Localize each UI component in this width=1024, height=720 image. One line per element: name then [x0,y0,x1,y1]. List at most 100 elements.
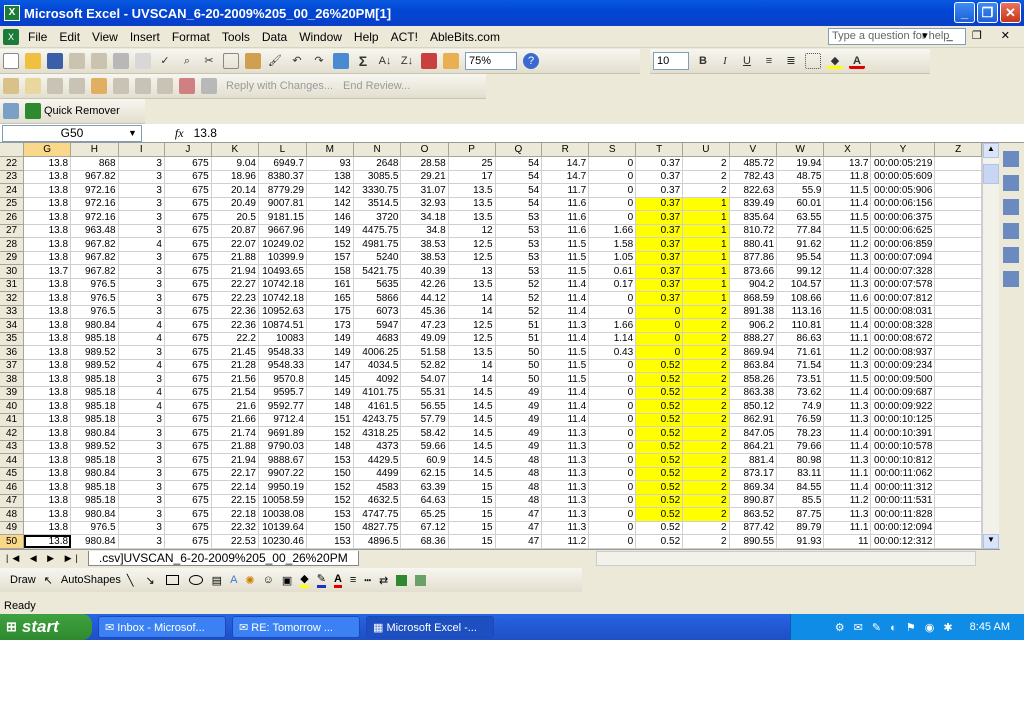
cell[interactable]: 11.4 [541,305,590,319]
cell[interactable]: 34.18 [400,210,449,225]
cell[interactable]: 52 [495,305,543,319]
cell[interactable]: 675 [164,372,212,387]
cell[interactable]: 22.15 [211,494,259,508]
align-right-icon[interactable]: ≣ [783,53,799,69]
cell[interactable]: 13.8 [23,426,72,441]
cell[interactable]: 4632.5 [353,494,402,508]
fill-color-icon[interactable]: ◆ [827,53,843,69]
cell[interactable]: 0.37 [635,183,684,198]
cell[interactable]: 8779.29 [258,183,307,198]
cell[interactable]: 675 [164,183,212,198]
row-header[interactable]: 41 [0,413,25,427]
row-header[interactable]: 35 [0,332,25,346]
next-comment-icon[interactable] [69,78,85,94]
cell[interactable]: 675 [164,305,212,319]
cell[interactable]: 0 [588,494,637,508]
cell[interactable]: 2 [682,534,730,549]
cell[interactable]: 13.8 [23,156,72,171]
cell[interactable]: 906.2 [729,318,778,333]
cell[interactable]: 9950.19 [258,480,307,495]
cell[interactable]: 12.5 [448,237,496,252]
sheet-tab[interactable]: .csv]UVSCAN_6-20-2009%205_00_26%20PM [87,550,359,566]
cell[interactable]: 980.84 [70,318,119,333]
cell[interactable]: 28.58 [400,156,449,171]
cell[interactable]: 147 [306,359,354,373]
cell[interactable]: 13.8 [23,291,72,306]
cell[interactable]: 00:00:08:672 [870,332,936,346]
cell[interactable]: 4034.5 [353,359,402,373]
cell[interactable]: 869.94 [729,345,778,360]
track-changes-icon[interactable] [91,78,107,94]
cell[interactable]: 13 [448,264,496,279]
row-header[interactable]: 46 [0,480,25,495]
cell[interactable]: 13.5 [448,197,496,211]
cell[interactable]: 13.8 [23,386,72,400]
cell[interactable]: 0.52 [635,426,684,441]
cell[interactable]: 11.5 [823,224,872,238]
cell[interactable]: 145 [306,372,354,387]
picture-icon[interactable]: ▣ [282,574,292,587]
cell[interactable]: 9007.81 [258,197,307,211]
cell[interactable]: 13.8 [23,345,72,360]
cell[interactable]: 980.84 [70,507,119,522]
cell[interactable]: 54 [495,170,543,184]
cell[interactable]: 64.63 [400,494,449,508]
cell[interactable]: 13.5 [448,210,496,225]
cell[interactable]: 78.23 [776,426,825,441]
title-bar[interactable]: X Microsoft Excel - UVSCAN_6-20-2009%205… [0,0,1024,26]
cell[interactable] [934,305,982,319]
column-header-i[interactable]: I [118,143,165,157]
column-header-q[interactable]: Q [495,143,543,157]
cell[interactable]: 138 [306,170,354,184]
cell[interactable]: 00:00:06:859 [870,237,936,252]
cell[interactable]: 59.66 [400,440,449,454]
cell[interactable]: 868.59 [729,291,778,306]
cell[interactable]: 963.48 [70,224,119,238]
cell[interactable]: 877.42 [729,521,778,535]
cell[interactable]: 11.3 [541,318,590,333]
cell[interactable]: 11.6 [541,224,590,238]
cell[interactable]: 51 [495,318,543,333]
shadow-icon[interactable] [396,574,408,586]
cell[interactable]: 73.62 [776,386,825,400]
cell[interactable]: 3 [118,372,165,387]
cell[interactable]: 0.43 [588,345,637,360]
cell[interactable]: 3 [118,345,165,360]
cell[interactable]: 142 [306,183,354,198]
cell[interactable]: 4 [118,386,165,400]
cell[interactable]: 675 [164,170,212,184]
formula-input[interactable]: 13.8 [194,126,217,140]
cell[interactable]: 985.18 [70,453,119,468]
cell[interactable]: 675 [164,332,212,346]
cell[interactable]: 0.37 [635,237,684,252]
cell[interactable] [934,480,982,495]
cell[interactable]: 976.5 [70,291,119,306]
column-header-z[interactable]: Z [934,143,982,157]
cell[interactable]: 00:00:10:391 [870,426,936,441]
cell[interactable]: 822.63 [729,183,778,198]
cell[interactable]: 0.52 [635,413,684,427]
cell[interactable]: 0.37 [635,197,684,211]
cell[interactable]: 11.4 [823,197,872,211]
save-icon[interactable] [47,53,63,69]
cell[interactable]: 10742.18 [258,291,307,306]
cell[interactable]: 2 [682,372,730,387]
cell[interactable]: 6073 [353,305,402,319]
tray-icons[interactable]: ⚙ ✉ ✎ ◐ ⚑ ◉ ✱ [835,621,956,634]
task-outlook[interactable]: ✉ Inbox - Microsof... [98,616,226,638]
cell[interactable]: 149 [306,386,354,400]
cell[interactable]: 5240 [353,251,402,265]
cell[interactable]: 51.58 [400,345,449,360]
cell[interactable]: 11.5 [541,264,590,279]
cell[interactable]: 11.4 [541,291,590,306]
reject-icon[interactable] [179,78,195,94]
side-tool-3-icon[interactable] [1003,199,1019,215]
cell[interactable]: 8380.37 [258,170,307,184]
cell[interactable]: 91.93 [776,534,825,549]
cell[interactable]: 0 [588,291,637,306]
cell[interactable]: 15 [448,534,496,549]
scroll-up-icon[interactable]: ▲ [983,143,999,158]
cell[interactable]: 11.2 [823,345,872,360]
cell[interactable]: 0 [588,453,637,468]
cell[interactable]: 31.07 [400,183,449,198]
